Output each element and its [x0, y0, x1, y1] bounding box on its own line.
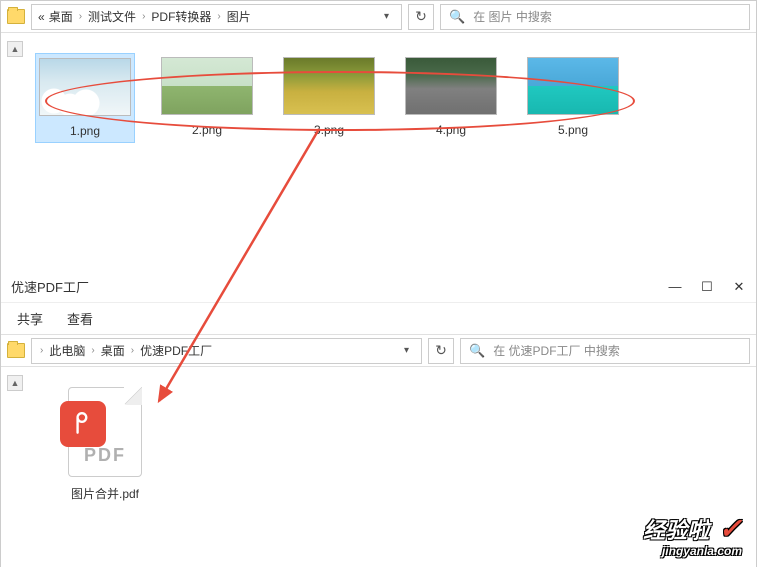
image-thumbnail	[161, 57, 253, 115]
chevron-right-icon: ›	[131, 345, 134, 356]
maximize-icon: ☐	[701, 279, 713, 295]
breadcrumb-prefix: «	[38, 10, 45, 24]
watermark: 经验啦 ✓ jingyanla.com	[643, 514, 742, 558]
check-icon: ✓	[719, 513, 742, 544]
title-bar: 优速PDF工厂 — ☐ ✕	[1, 271, 756, 303]
chevron-right-icon: ›	[40, 345, 43, 356]
file-name: 3.png	[314, 123, 344, 137]
breadcrumb-item[interactable]: 优速PDF工厂	[140, 342, 212, 359]
share-tab[interactable]: 共享	[17, 309, 43, 328]
folder-icon	[7, 343, 25, 358]
file-item[interactable]: 5.png	[523, 53, 623, 141]
search-input[interactable]: 🔍 在 优速PDF工厂 中搜索	[460, 338, 750, 364]
breadcrumb-item[interactable]: 桌面	[49, 8, 73, 25]
refresh-icon: ↻	[435, 342, 447, 359]
close-icon: ✕	[734, 279, 745, 295]
folder-icon	[7, 9, 25, 24]
maximize-button[interactable]: ☐	[700, 280, 714, 294]
watermark-sub: jingyanla.com	[643, 545, 742, 558]
breadcrumb[interactable]: › 此电脑 › 桌面 › 优速PDF工厂 ▾	[31, 338, 422, 364]
scroll-up-button[interactable]: ▲	[7, 41, 23, 57]
search-icon: 🔍	[469, 343, 485, 359]
chevron-up-icon: ▲	[11, 44, 20, 54]
file-item[interactable]: 2.png	[157, 53, 257, 141]
pdf-p-icon	[70, 411, 96, 437]
breadcrumb-dropdown-icon[interactable]: ▾	[398, 345, 415, 356]
toolbar: 共享 查看	[1, 303, 756, 335]
breadcrumb-item[interactable]: 测试文件	[88, 8, 136, 25]
search-placeholder: 在 优速PDF工厂 中搜索	[493, 342, 620, 359]
view-tab[interactable]: 查看	[67, 309, 93, 328]
file-type-label: PDF	[69, 445, 141, 466]
thumbnail-row: 1.png 2.png 3.png 4.png 5.png	[35, 53, 746, 143]
breadcrumb-item[interactable]: PDF转换器	[151, 8, 211, 25]
breadcrumb-dropdown-icon[interactable]: ▾	[378, 11, 395, 22]
image-thumbnail	[283, 57, 375, 115]
chevron-right-icon: ›	[91, 345, 94, 356]
pdf-file-icon: PDF	[60, 387, 150, 477]
chevron-right-icon: ›	[142, 11, 145, 22]
refresh-button[interactable]: ↻	[428, 338, 454, 364]
search-input[interactable]: 🔍 在 图片 中搜索	[440, 4, 750, 30]
file-name: 1.png	[70, 124, 100, 138]
file-name: 2.png	[192, 123, 222, 137]
refresh-button[interactable]: ↻	[408, 4, 434, 30]
breadcrumb-item[interactable]: 桌面	[101, 342, 125, 359]
pdf-badge-icon	[60, 401, 106, 447]
close-button[interactable]: ✕	[732, 280, 746, 294]
minimize-icon: —	[669, 279, 682, 294]
chevron-up-icon: ▲	[11, 378, 20, 388]
scroll-up-button[interactable]: ▲	[7, 375, 23, 391]
image-thumbnail	[39, 58, 131, 116]
file-name: 4.png	[436, 123, 466, 137]
window-controls: — ☐ ✕	[668, 280, 746, 294]
source-folder-window: « 桌面 › 测试文件 › PDF转换器 › 图片 ▾ ↻ 🔍 在 图片 中搜索…	[1, 1, 756, 271]
file-name: 5.png	[558, 123, 588, 137]
breadcrumb-item[interactable]: 图片	[227, 8, 251, 25]
file-grid[interactable]: ▲ 1.png 2.png 3.png 4.png 5.png	[1, 33, 756, 271]
file-item[interactable]: 1.png	[35, 53, 135, 143]
file-item[interactable]: 4.png	[401, 53, 501, 141]
window-title: 优速PDF工厂	[11, 277, 668, 296]
search-placeholder: 在 图片 中搜索	[473, 8, 552, 25]
file-name: 图片合并.pdf	[71, 485, 139, 502]
watermark-main: 经验啦	[643, 519, 709, 543]
address-bar-row: › 此电脑 › 桌面 › 优速PDF工厂 ▾ ↻ 🔍 在 优速PDF工厂 中搜索	[1, 335, 756, 367]
file-item[interactable]: PDF 图片合并.pdf	[45, 387, 165, 502]
file-item[interactable]: 3.png	[279, 53, 379, 141]
refresh-icon: ↻	[415, 8, 427, 25]
chevron-right-icon: ›	[217, 11, 220, 22]
breadcrumb[interactable]: « 桌面 › 测试文件 › PDF转换器 › 图片 ▾	[31, 4, 402, 30]
address-bar-row: « 桌面 › 测试文件 › PDF转换器 › 图片 ▾ ↻ 🔍 在 图片 中搜索	[1, 1, 756, 33]
image-thumbnail	[405, 57, 497, 115]
search-icon: 🔍	[449, 9, 465, 25]
minimize-button[interactable]: —	[668, 280, 682, 294]
breadcrumb-item[interactable]: 此电脑	[49, 342, 85, 359]
image-thumbnail	[527, 57, 619, 115]
chevron-right-icon: ›	[79, 11, 82, 22]
